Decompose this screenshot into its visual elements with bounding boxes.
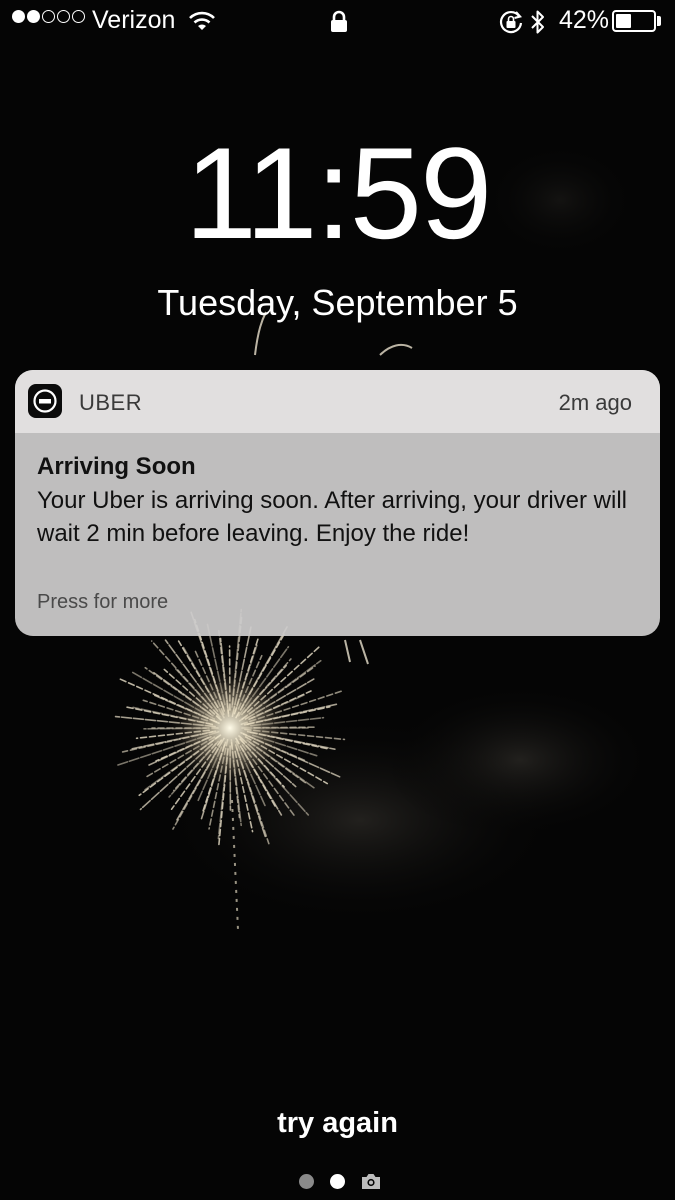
- page-dot-active[interactable]: [330, 1174, 345, 1189]
- wifi-icon: [188, 10, 216, 37]
- notification-timestamp: 2m ago: [558, 390, 632, 415]
- notification-app-name: UBER: [79, 390, 143, 415]
- uber-app-icon: [28, 384, 62, 418]
- unlock-prompt: try again: [277, 1107, 398, 1139]
- battery-percent: 42%: [559, 6, 610, 34]
- battery-icon: [612, 10, 656, 32]
- notification-body: Your Uber is arriving soon. After arrivi…: [37, 487, 628, 547]
- battery-tip: [657, 16, 661, 26]
- page-indicator[interactable]: [0, 1173, 675, 1191]
- lock-screen-date: Tuesday, September 5: [157, 282, 518, 323]
- lock-screen-time: 11:59: [184, 120, 493, 266]
- press-for-more-hint: Press for more: [37, 591, 169, 613]
- status-bar: Verizon 42%: [0, 0, 675, 44]
- carrier-name: Verizon: [92, 6, 176, 34]
- camera-icon[interactable]: [361, 1173, 381, 1195]
- signal-strength-icon: [12, 10, 87, 23]
- page-dot-inactive[interactable]: [299, 1174, 314, 1189]
- uber-notification-card[interactable]: UBER 2m ago Arriving Soon Your Uber is a…: [15, 370, 660, 636]
- bluetooth-icon: [530, 8, 546, 41]
- notification-title: Arriving Soon: [37, 453, 196, 480]
- orientation-lock-icon: [498, 9, 524, 40]
- notification-header: UBER 2m ago: [15, 370, 660, 433]
- lock-icon: [330, 10, 348, 39]
- battery-level-fill: [616, 14, 631, 28]
